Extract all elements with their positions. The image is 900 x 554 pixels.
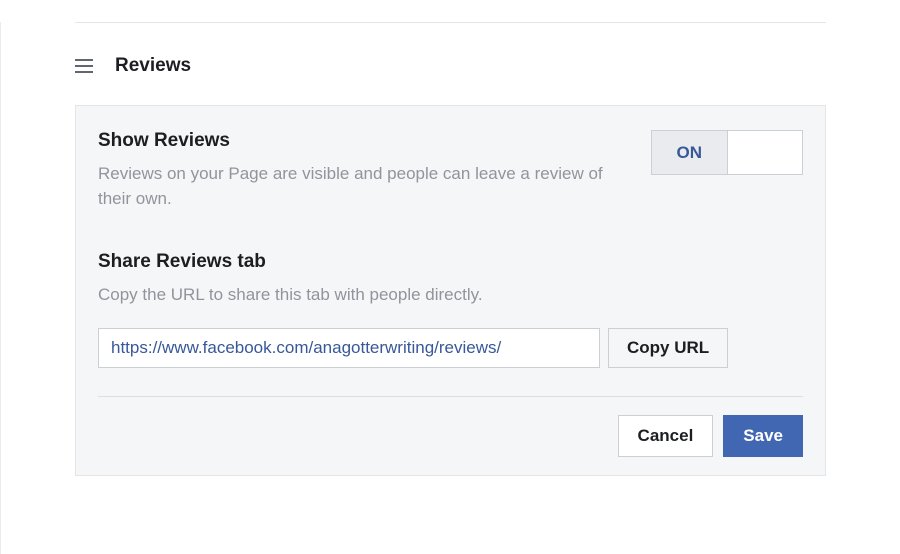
toggle-on-label: ON xyxy=(652,131,728,174)
cancel-button[interactable]: Cancel xyxy=(618,415,714,457)
copy-url-button[interactable]: Copy URL xyxy=(608,328,728,368)
show-reviews-heading: Show Reviews xyxy=(98,130,621,152)
section-header: Reviews xyxy=(75,55,826,77)
section-title: Reviews xyxy=(115,55,191,77)
save-button[interactable]: Save xyxy=(723,415,803,457)
inner-divider xyxy=(98,396,803,397)
share-tab-description: Copy the URL to share this tab with peop… xyxy=(98,283,803,308)
divider xyxy=(75,22,826,23)
share-tab-block: Share Reviews tab Copy the URL to share … xyxy=(98,251,803,368)
share-tab-heading: Share Reviews tab xyxy=(98,251,803,273)
action-row: Cancel Save xyxy=(98,415,803,457)
settings-panel: Show Reviews Reviews on your Page are vi… xyxy=(75,105,826,476)
drag-handle-icon[interactable] xyxy=(75,59,93,73)
share-url-input[interactable] xyxy=(98,328,600,368)
toggle-off-side xyxy=(728,131,803,174)
show-reviews-row: Show Reviews Reviews on your Page are vi… xyxy=(98,130,803,211)
show-reviews-description: Reviews on your Page are visible and peo… xyxy=(98,162,621,211)
show-reviews-toggle[interactable]: ON xyxy=(651,130,803,175)
